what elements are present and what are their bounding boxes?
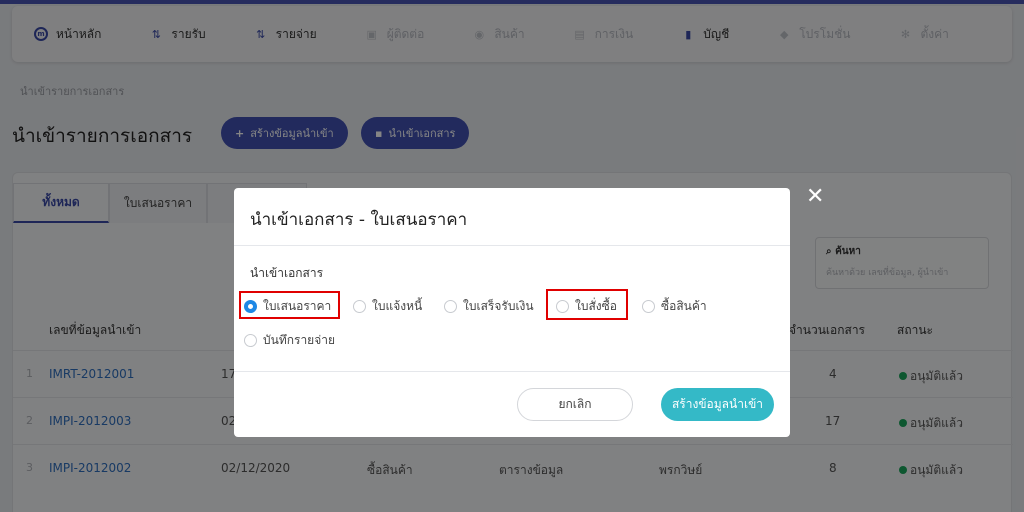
import-section-label: นำเข้าเอกสาร: [250, 266, 324, 280]
radio-dot: [353, 300, 366, 313]
import-document-modal: นำเข้าเอกสาร - ใบเสนอราคา นำเข้าเอกสาร ใ…: [234, 188, 790, 437]
radio-purchase-order[interactable]: ใบสั่งซื้อ: [556, 297, 617, 316]
radio-dot: [444, 300, 457, 313]
close-icon[interactable]: ✕: [806, 186, 824, 208]
radio-dot: [244, 334, 257, 347]
modal-title: นำเข้าเอกสาร - ใบเสนอราคา: [250, 210, 468, 230]
radio-quotation[interactable]: ใบเสนอราคา: [244, 297, 331, 316]
radio-expense-record[interactable]: บันทึกรายจ่าย: [244, 331, 335, 350]
cancel-button[interactable]: ยกเลิก: [517, 388, 633, 421]
radio-receipt[interactable]: ใบเสร็จรับเงิน: [444, 297, 534, 316]
radio-dot: [642, 300, 655, 313]
radio-invoice[interactable]: ใบแจ้งหนี้: [353, 297, 422, 316]
create-import-data-button[interactable]: สร้างข้อมูลนำเข้า: [661, 388, 774, 421]
radio-purchase-goods[interactable]: ซื้อสินค้า: [642, 297, 707, 316]
modal-header-divider: [234, 245, 790, 246]
radio-dot: [244, 300, 257, 313]
modal-footer-divider: [234, 371, 790, 372]
radio-dot: [556, 300, 569, 313]
